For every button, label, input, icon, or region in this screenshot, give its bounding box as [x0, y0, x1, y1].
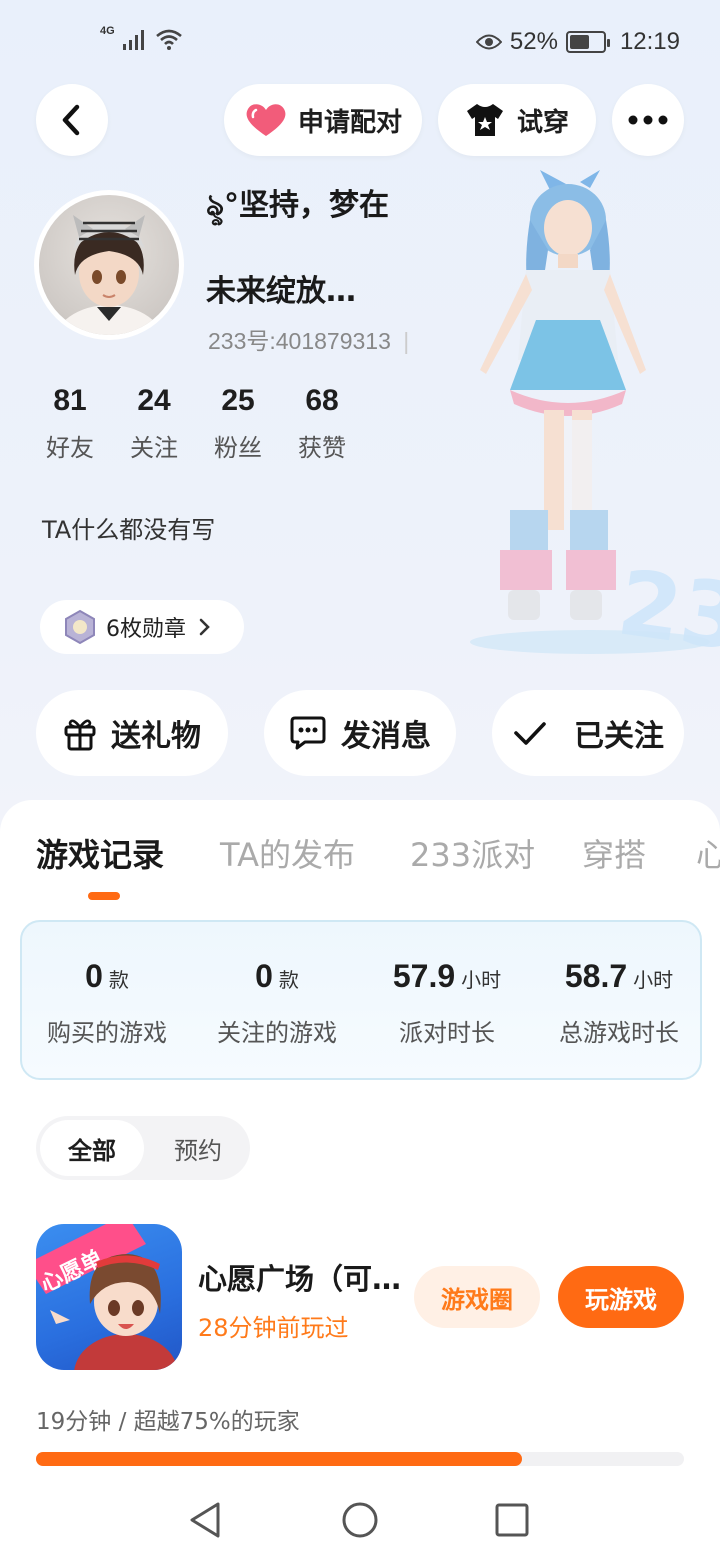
summary-total-time[interactable]: 58.7 小时 总游戏时长 — [534, 958, 704, 1048]
badge-icon — [65, 609, 95, 645]
profile-stats: 81 好友 24 关注 25 粉丝 68 获赞 — [28, 384, 364, 463]
gift-icon — [64, 719, 96, 751]
summary-value: 0 — [255, 958, 273, 994]
stat-label: 获赞 — [298, 434, 346, 462]
send-message-label: 发消息 — [341, 719, 431, 754]
avatar[interactable] — [34, 190, 184, 340]
status-left: 4G — [100, 25, 183, 50]
send-message-button[interactable]: 发消息 — [264, 690, 456, 776]
filter-all[interactable]: 全部 — [40, 1120, 144, 1176]
username: ৡ°坚持，梦在 未来绽放… — [206, 180, 436, 318]
chevron-right-icon — [199, 618, 210, 636]
summary-label: 购买的游戏 — [47, 1019, 167, 1047]
more-dots-icon — [628, 115, 668, 125]
try-on-button[interactable]: 试穿 — [438, 84, 596, 156]
stat-fans[interactable]: 25 粉丝 — [196, 384, 280, 463]
avatar-image — [39, 195, 179, 335]
stat-label: 粉丝 — [214, 434, 262, 462]
send-gift-button[interactable]: 送礼物 — [36, 690, 228, 776]
svg-text:233: 233 — [612, 550, 720, 670]
try-on-label: 试穿 — [516, 107, 569, 138]
signal-icon — [122, 30, 144, 50]
followed-button[interactable]: 已关注 — [492, 690, 684, 776]
request-pair-label: 申请配对 — [297, 107, 402, 138]
request-pair-button[interactable]: 申请配对 — [224, 84, 422, 156]
avatar-character-illustration[interactable]: 233 — [440, 170, 720, 681]
stat-value: 25 — [221, 384, 255, 417]
game-icon[interactable]: 心愿单 — [36, 1224, 182, 1370]
username-line-2: 未来绽放… — [206, 274, 356, 309]
play-progress-bar — [36, 1452, 684, 1466]
summary-unit: 款 — [108, 968, 129, 992]
uid-divider: | — [403, 328, 410, 354]
stat-label: 好友 — [46, 434, 94, 462]
summary-followed-games[interactable]: 0款 关注的游戏 — [192, 958, 362, 1048]
summary-unit: 款 — [278, 968, 299, 992]
stat-value: 24 — [137, 384, 171, 417]
stat-value: 81 — [53, 384, 87, 417]
send-gift-label: 送礼物 — [111, 719, 201, 754]
nav-back-icon[interactable] — [186, 1500, 226, 1540]
game-filter: 全部 预约 — [36, 1116, 250, 1180]
filter-reserve[interactable]: 预约 — [146, 1120, 250, 1176]
game-summary-card: 0款 购买的游戏 0款 关注的游戏 57.9 小时 派对时长 58.7 小时 总游戏… — [20, 920, 702, 1080]
user-id-text: 233号:401879313 — [208, 328, 391, 354]
play-time-stat: 19分钟 / 超越75%的玩家 — [36, 1409, 300, 1435]
play-progress-fill — [36, 1452, 522, 1466]
summary-party-time[interactable]: 57.9 小时 派对时长 — [362, 958, 532, 1048]
summary-value: 0 — [85, 958, 103, 994]
username-line-1: ৡ°坚持，梦在 — [206, 188, 390, 223]
tab-party[interactable]: 233派对 — [410, 830, 535, 876]
chat-bubble-icon — [290, 716, 326, 750]
more-button[interactable] — [612, 84, 684, 156]
summary-value: 57.9 — [392, 958, 456, 994]
eye-icon — [475, 34, 502, 50]
game-last-played: 28分钟前玩过 — [198, 1314, 349, 1342]
tab-game-records[interactable]: 游戏记录 — [36, 830, 164, 876]
active-tab-indicator — [88, 892, 120, 900]
stat-friends[interactable]: 81 好友 — [28, 384, 112, 463]
network-type: 4G — [100, 25, 115, 37]
badges-label: 6枚勋章 — [106, 617, 186, 642]
check-icon — [514, 722, 546, 745]
heart-icon — [246, 104, 286, 136]
content-panel: 游戏记录 TA的发布 233派对 穿搭 心 0款 购买的游戏 0款 关注的游戏 … — [0, 800, 720, 1560]
summary-label: 总游戏时长 — [559, 1019, 679, 1047]
battery-percent: 52% — [509, 28, 558, 55]
stat-likes[interactable]: 68 获赞 — [280, 384, 364, 463]
summary-purchased[interactable]: 0款 购买的游戏 — [22, 958, 192, 1048]
summary-value: 58.7 — [564, 958, 628, 994]
stat-value: 68 — [305, 384, 339, 417]
badges-button[interactable]: 6枚勋章 — [40, 600, 244, 654]
game-circle-button[interactable]: 游戏圈 — [414, 1266, 540, 1328]
summary-label: 关注的游戏 — [217, 1019, 337, 1047]
status-right: 52% 12:19 — [475, 28, 680, 56]
back-button[interactable] — [36, 84, 108, 156]
tshirt-icon — [466, 104, 503, 136]
play-game-button[interactable]: 玩游戏 — [558, 1266, 684, 1328]
status-bar: 4G 52% 12:19 — [0, 0, 720, 80]
nav-home-icon[interactable] — [340, 1500, 380, 1540]
system-nav-bar — [0, 1480, 720, 1560]
tab-posts[interactable]: TA的发布 — [220, 830, 355, 876]
stat-following[interactable]: 24 关注 — [112, 384, 196, 463]
user-id[interactable]: 233号:401879313 | — [208, 322, 409, 356]
chevron-left-icon — [62, 104, 80, 136]
stat-label: 关注 — [130, 434, 178, 462]
tab-wishes[interactable]: 心 — [696, 830, 720, 876]
summary-unit: 小时 — [461, 968, 502, 992]
profile-tabs: 游戏记录 TA的发布 233派对 穿搭 心 — [0, 830, 720, 890]
game-name[interactable]: 心愿广场（可… — [198, 1256, 401, 1298]
clock: 12:19 — [619, 28, 680, 55]
wifi-icon — [155, 29, 182, 50]
tab-outfits[interactable]: 穿搭 — [582, 830, 646, 876]
nav-recents-icon[interactable] — [492, 1500, 532, 1540]
summary-unit: 小时 — [633, 968, 674, 992]
profile-bio: TA什么都没有写 — [42, 516, 216, 544]
summary-label: 派对时长 — [399, 1019, 495, 1047]
battery-icon — [565, 31, 610, 53]
followed-label: 已关注 — [574, 719, 664, 754]
